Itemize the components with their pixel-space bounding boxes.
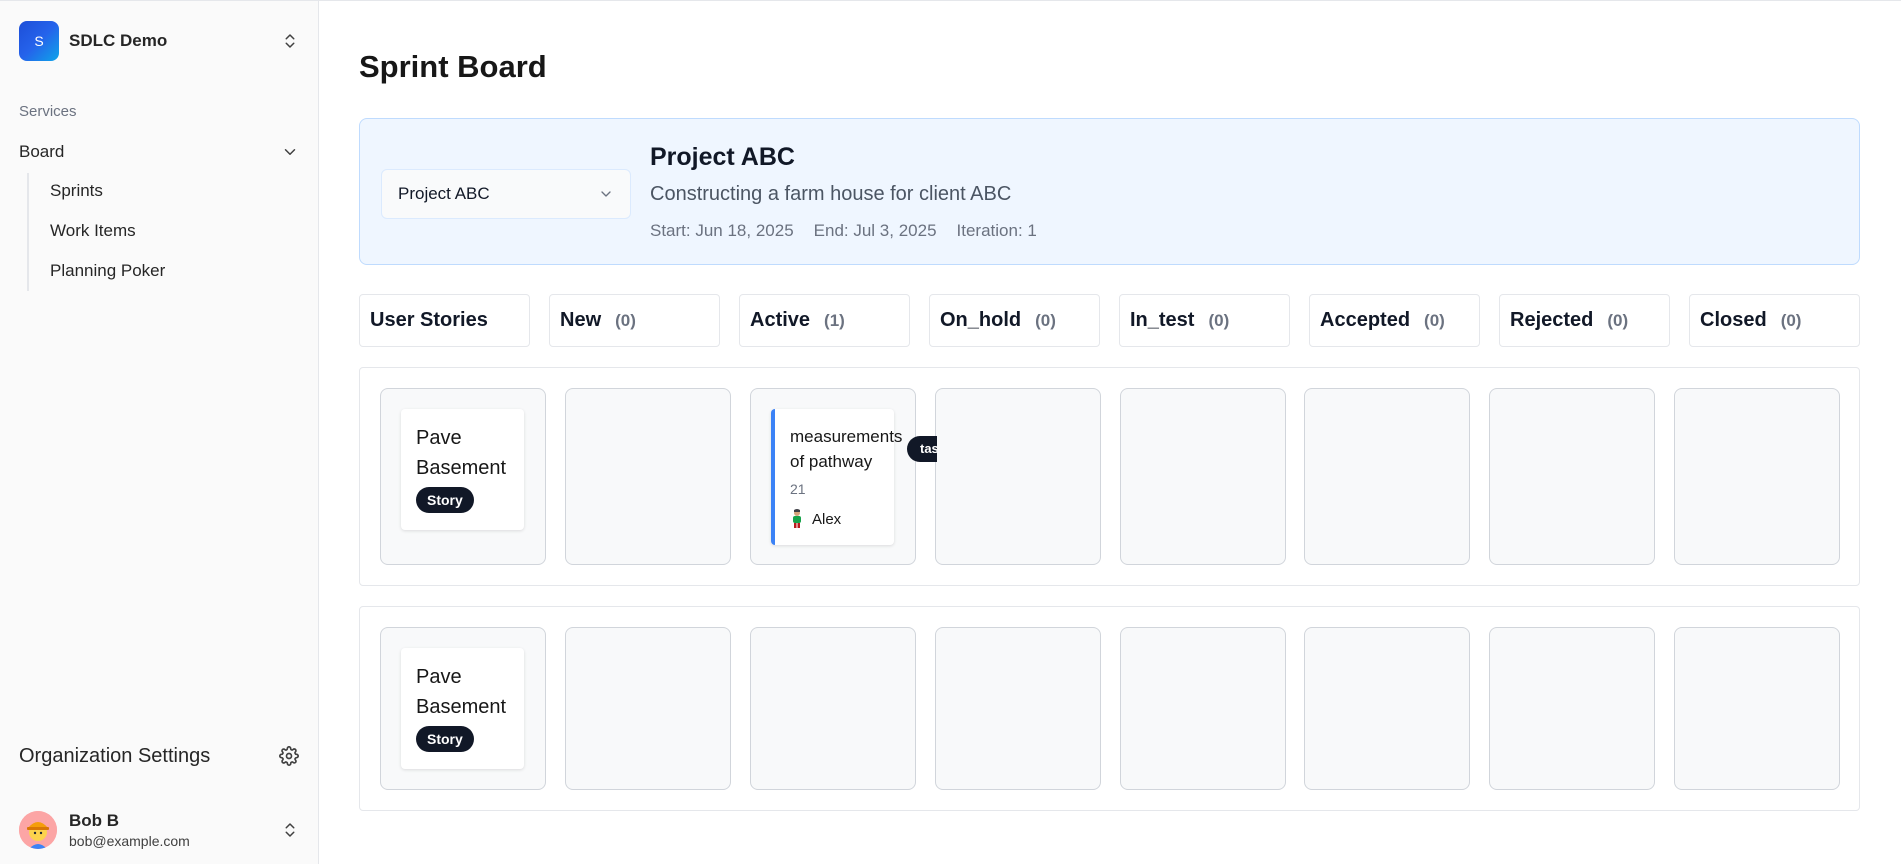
- sidebar-item-planning-poker[interactable]: Planning Poker: [50, 261, 165, 281]
- task-title-line1: measurements: [790, 427, 903, 446]
- board-row: Pave Basement Story measurements of path…: [359, 367, 1860, 586]
- board-row: Pave Basement Story: [359, 606, 1860, 811]
- sidebar-item-sprints[interactable]: Sprints: [50, 181, 103, 201]
- column-header-new: New (0): [549, 294, 720, 347]
- column-count: (0): [1208, 310, 1230, 330]
- nav-board[interactable]: Board: [19, 140, 299, 164]
- board-cell-closed[interactable]: [1674, 627, 1840, 790]
- column-title: On_hold: [940, 309, 1022, 331]
- board-cell-active[interactable]: [750, 627, 916, 790]
- story-badge: Story: [416, 487, 474, 513]
- column-count: (0): [1780, 310, 1802, 330]
- board-cell-on-hold[interactable]: [935, 388, 1101, 565]
- task-title-line2: of pathway: [790, 452, 873, 471]
- board-cell-in-test[interactable]: [1120, 388, 1286, 565]
- nav-board-label: Board: [19, 142, 65, 161]
- column-header-rejected: Rejected (0): [1499, 294, 1670, 347]
- column-title: Rejected: [1510, 309, 1594, 331]
- sidebar-item-work-items[interactable]: Work Items: [50, 221, 136, 241]
- board-cell-accepted[interactable]: [1304, 627, 1470, 790]
- board-cell-new[interactable]: [565, 388, 731, 565]
- organization-settings-label: Organization Settings: [19, 744, 211, 767]
- task-type-tag: task: [907, 436, 937, 462]
- chevron-down-icon: [601, 191, 611, 197]
- project-panel: Project ABC Project ABC Constructing a f…: [359, 118, 1860, 265]
- board-cell-rejected[interactable]: [1489, 388, 1655, 565]
- task-assignee: Alex: [790, 509, 894, 529]
- board-cell-accepted[interactable]: [1304, 388, 1470, 565]
- page-title: Sprint Board: [359, 49, 547, 84]
- org-name: SDLC Demo: [69, 31, 168, 50]
- project-select[interactable]: Project ABC: [381, 169, 631, 219]
- column-count: (0): [615, 310, 636, 330]
- project-meta: Start: Jun 18, 2025 End: Jul 3, 2025 Ite…: [650, 221, 1037, 241]
- user-name: Bob B: [69, 811, 120, 830]
- subnav-line: [27, 173, 29, 291]
- org-switcher[interactable]: S SDLC Demo: [19, 21, 299, 61]
- chevron-down-icon: [284, 149, 296, 155]
- board-cell-closed[interactable]: [1674, 388, 1840, 565]
- user-menu[interactable]: Bob B bob@example.com: [19, 809, 299, 851]
- board-cell-new[interactable]: [565, 627, 731, 790]
- board-cell-user-story: Pave Basement Story: [380, 627, 546, 790]
- project-start: Start: Jun 18, 2025: [650, 221, 794, 240]
- board-cell-user-story: Pave Basement Story: [380, 388, 546, 565]
- chevrons-up-down-icon: [285, 823, 295, 837]
- story-title: Pave Basement: [416, 427, 507, 479]
- column-header-on-hold: On_hold (0): [929, 294, 1100, 347]
- column-title: New: [560, 309, 602, 331]
- column-count: (0): [1424, 310, 1445, 330]
- project-iteration: Iteration: 1: [956, 221, 1037, 240]
- chevrons-up-down-icon: [285, 34, 295, 48]
- org-logo: S: [19, 21, 59, 61]
- column-title: Accepted: [1320, 309, 1411, 331]
- person-emoji-icon: [793, 509, 801, 528]
- column-title: Active: [750, 309, 811, 331]
- column-count: (0): [1607, 310, 1629, 330]
- project-name: Project ABC: [650, 143, 795, 171]
- column-header-user-stories: User Stories: [359, 294, 530, 347]
- user-info: Bob B bob@example.com: [69, 811, 281, 849]
- column-header-in-test: In_test (0): [1119, 294, 1290, 347]
- avatar: [19, 811, 57, 849]
- board-cell-active[interactable]: measurements of pathway 21 Alex: [750, 388, 916, 565]
- board-cell-on-hold[interactable]: [935, 627, 1101, 790]
- user-email: bob@example.com: [69, 833, 190, 849]
- column-header-closed: Closed (0): [1689, 294, 1860, 347]
- organization-settings-link[interactable]: Organization Settings: [19, 743, 299, 769]
- story-card[interactable]: Pave Basement Story: [401, 409, 524, 530]
- sidebar: S SDLC Demo Services Board Sprints Work …: [0, 1, 319, 864]
- column-header-accepted: Accepted (0): [1309, 294, 1480, 347]
- column-header-active: Active (1): [739, 294, 910, 347]
- story-badge: Story: [416, 726, 474, 752]
- project-description: Constructing a farm house for client ABC: [650, 183, 1012, 205]
- task-points: 21: [790, 481, 806, 497]
- project-end: End: Jul 3, 2025: [813, 221, 937, 240]
- column-title: Closed: [1700, 309, 1767, 331]
- column-title: User Stories: [370, 309, 488, 331]
- board-cell-rejected[interactable]: [1489, 627, 1655, 790]
- project-select-value: Project ABC: [398, 184, 490, 203]
- board-cell-in-test[interactable]: [1120, 627, 1286, 790]
- task-card[interactable]: measurements of pathway 21 Alex: [771, 409, 902, 545]
- column-title: In_test: [1130, 309, 1195, 331]
- gear-icon: [279, 746, 299, 766]
- services-section-label: Services: [19, 103, 77, 120]
- column-count: (1): [824, 310, 845, 330]
- task-assignee-name: Alex: [812, 510, 842, 528]
- story-card[interactable]: Pave Basement Story: [401, 648, 524, 769]
- avatar-illustration: [19, 811, 57, 849]
- column-count: (0): [1035, 310, 1056, 330]
- story-title: Pave Basement: [416, 666, 507, 718]
